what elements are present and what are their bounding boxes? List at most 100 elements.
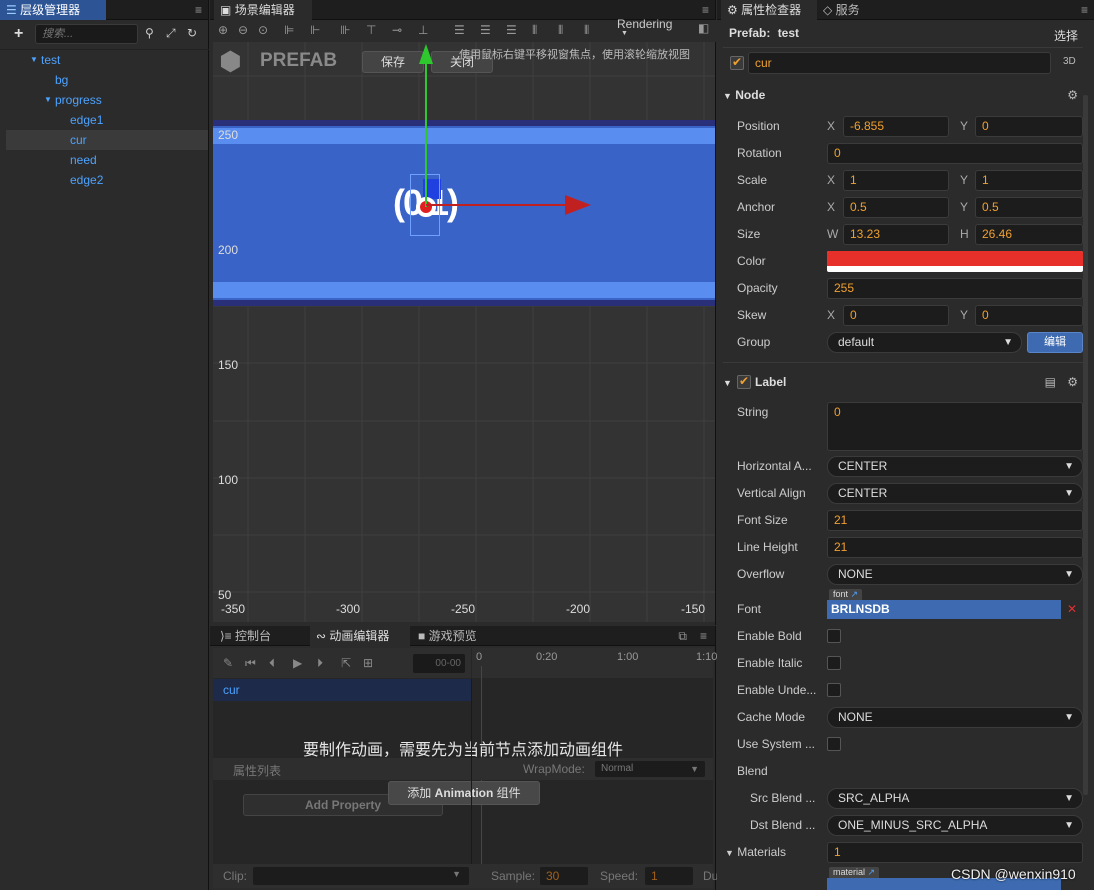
size-w-input[interactable]: 13.23 <box>843 224 949 245</box>
halign-select[interactable]: CENTER ▼ <box>827 456 1083 477</box>
settings-gear-icon[interactable]: ⚙ <box>1067 375 1078 389</box>
position-y-input[interactable]: 0 <box>975 116 1083 137</box>
enable-italic-checkbox[interactable] <box>827 656 841 670</box>
x-axis-gizmo[interactable] <box>426 204 566 206</box>
anchor-x-input[interactable]: 0.5 <box>843 197 949 218</box>
rendering-dropdown[interactable]: Rendering <box>617 17 672 31</box>
panel-menu-icon[interactable]: ≡ <box>1081 3 1088 17</box>
expand-arrow-icon[interactable]: ▼ <box>44 90 52 110</box>
search-icon[interactable]: ⚲ <box>145 26 154 40</box>
clear-font-icon[interactable]: ✕ <box>1061 600 1083 619</box>
panel-menu-icon[interactable]: ≡ <box>195 3 202 17</box>
use-system-font-checkbox[interactable] <box>827 737 841 751</box>
settings-gear-icon[interactable]: ⚙ <box>1067 88 1078 102</box>
align-hcenter-icon[interactable]: ⊩ <box>310 23 320 37</box>
enable-bold-checkbox[interactable] <box>827 629 841 643</box>
tab-scene-editor[interactable]: ▣ 场景编辑器 <box>214 0 312 20</box>
src-blend-select[interactable]: SRC_ALPHA ▼ <box>827 788 1083 809</box>
clip-select[interactable]: ▼ <box>253 867 469 885</box>
link-icon[interactable]: ↗ <box>851 589 859 599</box>
panel-menu-icon[interactable]: ≡ <box>702 3 709 17</box>
panel-menu-icon[interactable]: ≡ <box>700 629 707 643</box>
color-swatch[interactable] <box>827 251 1083 272</box>
popout-icon[interactable]: ⧉ <box>678 629 687 644</box>
link-icon[interactable]: ↗ <box>868 867 876 877</box>
save-button[interactable]: 保存 <box>362 51 424 73</box>
font-size-input[interactable]: 21 <box>827 510 1083 531</box>
y-axis-gizmo[interactable] <box>425 52 427 207</box>
dst-blend-select[interactable]: ONE_MINUS_SRC_ALPHA ▼ <box>827 815 1083 836</box>
enable-underline-checkbox[interactable] <box>827 683 841 697</box>
next-frame-icon[interactable]: ⏵ <box>317 656 323 671</box>
distribute-hcenter-icon[interactable]: ⦀ <box>558 23 563 38</box>
edit-icon[interactable]: ✎ <box>223 656 233 670</box>
string-textarea[interactable]: 0 <box>827 402 1083 451</box>
tree-node-cur[interactable]: cur <box>6 130 208 150</box>
tree-node-progress[interactable]: ▼ progress <box>6 90 208 110</box>
help-book-icon[interactable]: ▤ <box>1045 375 1056 389</box>
align-left-icon[interactable]: ⊫ <box>284 23 294 37</box>
tree-node-bg[interactable]: bg <box>6 70 208 90</box>
align-right-icon[interactable]: ⊪ <box>340 23 350 37</box>
scale-x-input[interactable]: 1 <box>843 170 949 191</box>
group-select[interactable]: default ▼ <box>827 332 1022 353</box>
tab-animation-editor[interactable]: ∾ 动画编辑器 <box>310 626 410 646</box>
anchor-y-input[interactable]: 0.5 <box>975 197 1083 218</box>
speed-input[interactable]: 1 <box>645 867 693 885</box>
zoom-out-icon[interactable]: ⊖ <box>238 23 248 37</box>
align-bottom-icon[interactable]: ⊥ <box>418 23 428 37</box>
anim-node-row[interactable]: cur <box>213 679 471 701</box>
tree-node-edge2[interactable]: edge2 <box>6 170 208 190</box>
play-icon[interactable]: ▶ <box>293 656 302 670</box>
collapse-arrow-icon[interactable]: ▼ <box>725 848 734 858</box>
overflow-select[interactable]: NONE ▼ <box>827 564 1083 585</box>
sample-input[interactable]: 30 <box>540 867 588 885</box>
skew-y-input[interactable]: 0 <box>975 305 1083 326</box>
tree-node-edge1[interactable]: edge1 <box>6 110 208 130</box>
valign-select[interactable]: CENTER ▼ <box>827 483 1083 504</box>
timeline-ruler[interactable]: 0 0:20 1:00 1:10 <box>472 648 717 678</box>
tab-hierarchy[interactable]: ☰ 层级管理器 <box>0 0 106 20</box>
first-frame-icon[interactable]: ⏮ <box>245 656 256 671</box>
materials-count-input[interactable]: 1 <box>827 842 1083 863</box>
3d-toggle[interactable]: 3D <box>1063 56 1076 67</box>
y-arrow-icon[interactable] <box>419 44 433 64</box>
expand-arrow-icon[interactable]: ▼ <box>30 50 38 70</box>
refresh-icon[interactable]: ↻ <box>187 26 197 40</box>
select-prefab-button[interactable]: 选择 <box>1054 27 1078 44</box>
add-animation-component-button[interactable]: 添加 Animation 组件 <box>388 781 540 805</box>
align-vcenter-icon[interactable]: ⊸ <box>392 23 402 37</box>
distribute-bottom-icon[interactable]: ☰ <box>506 23 517 37</box>
distribute-vcenter-icon[interactable]: ☰ <box>480 23 491 37</box>
align-top-icon[interactable]: ⊤ <box>366 23 376 37</box>
distribute-left-icon[interactable]: ⦀ <box>532 23 537 38</box>
time-input[interactable]: 00-00 <box>413 654 465 673</box>
zoom-in-icon[interactable]: ⊕ <box>218 23 228 37</box>
add-node-icon[interactable]: + <box>14 25 23 43</box>
wrap-mode-select[interactable]: Normal ▼ <box>595 761 705 777</box>
collapse-arrow-icon[interactable]: ▼ <box>723 91 732 101</box>
tab-services[interactable]: ◇ 服务 <box>817 0 887 20</box>
position-x-input[interactable]: -6.855 <box>843 116 949 137</box>
edit-group-button[interactable]: 编辑 <box>1027 332 1083 353</box>
tree-node-test[interactable]: ▼ test <box>6 50 208 70</box>
scene-viewport[interactable]: ⬢ PREFAB 保存 关闭 使用鼠标右键平移视窗焦点，使用滚轮缩放视图 250… <box>213 42 715 622</box>
node-name-input[interactable]: cur <box>748 52 1051 74</box>
rotation-input[interactable]: 0 <box>827 143 1083 164</box>
expand-icon[interactable]: ⤢ <box>166 26 176 41</box>
tab-console[interactable]: ⟩≡ 控制台 <box>214 626 308 646</box>
size-h-input[interactable]: 26.46 <box>975 224 1083 245</box>
x-arrow-icon[interactable] <box>565 195 591 215</box>
label-enabled-checkbox[interactable] <box>737 374 751 389</box>
export-icon[interactable]: ⇱ <box>341 656 351 670</box>
opacity-input[interactable]: 255 <box>827 278 1083 299</box>
tab-inspector[interactable]: ⚙ 属性检查器 <box>721 0 817 20</box>
node-active-checkbox[interactable] <box>730 55 744 70</box>
scale-y-input[interactable]: 1 <box>975 170 1083 191</box>
tab-game-preview[interactable]: ■ 游戏预览 <box>412 626 508 646</box>
node-section-header[interactable]: ▼ Node <box>723 84 1089 106</box>
prev-frame-icon[interactable]: ⏴ <box>269 656 275 671</box>
zoom-reset-icon[interactable]: ⊙ <box>258 23 268 37</box>
line-height-input[interactable]: 21 <box>827 537 1083 558</box>
scrollbar[interactable] <box>1083 95 1088 795</box>
